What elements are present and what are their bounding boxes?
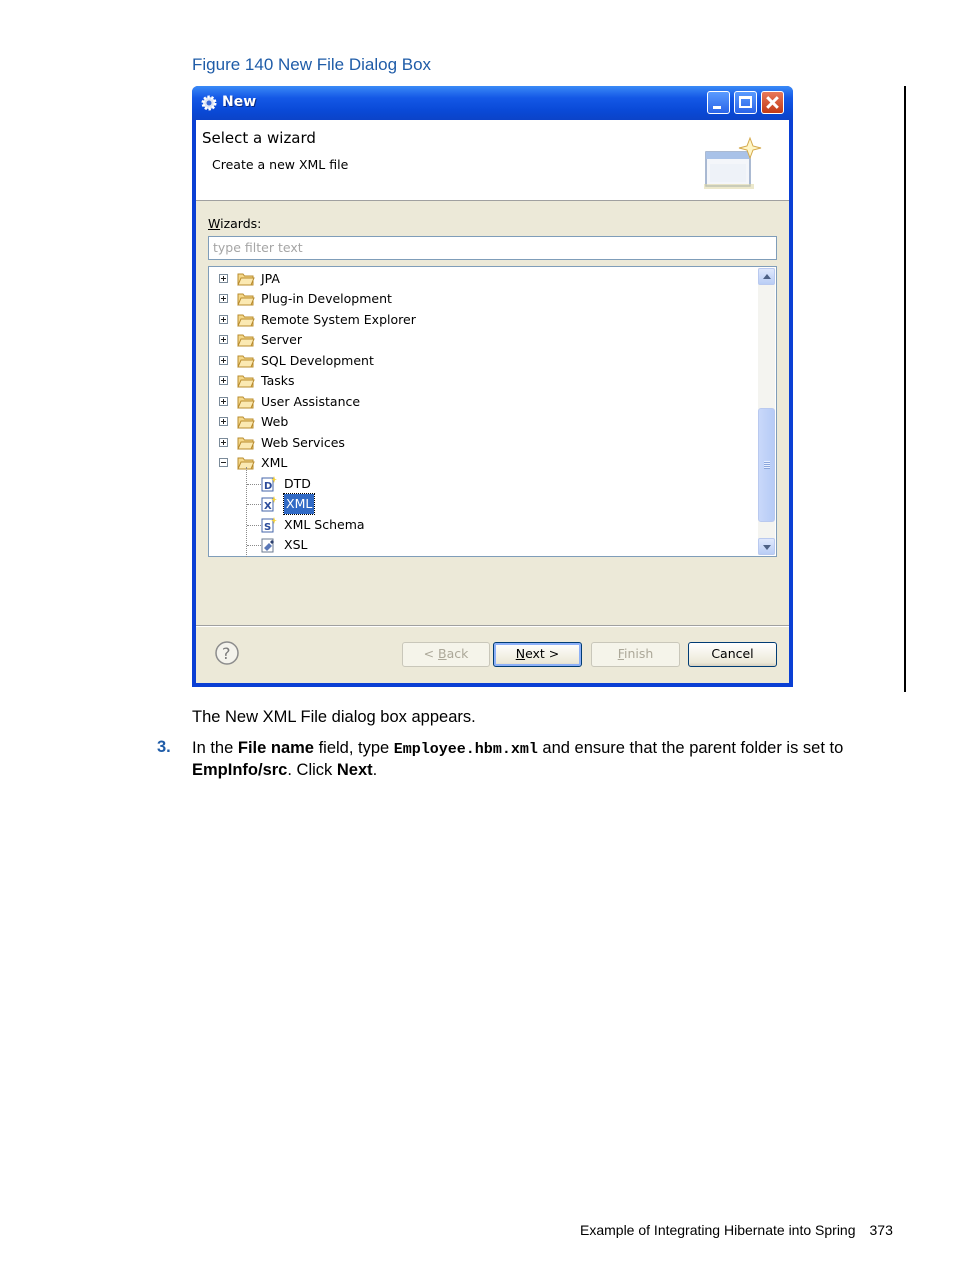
filter-input[interactable]: type filter text bbox=[208, 236, 777, 260]
folder-icon bbox=[237, 355, 255, 368]
expand-icon[interactable] bbox=[219, 376, 228, 385]
header-title: Select a wizard bbox=[202, 129, 316, 147]
expand-icon[interactable] bbox=[219, 356, 228, 365]
tree-item-web-services[interactable]: Web Services bbox=[209, 433, 749, 453]
page-number: 373 bbox=[869, 1222, 893, 1238]
svg-text:X: X bbox=[264, 501, 272, 512]
tree-item-jpa[interactable]: JPA bbox=[209, 269, 749, 289]
minimize-button[interactable] bbox=[707, 91, 730, 114]
expand-icon[interactable] bbox=[219, 397, 228, 406]
dialog-title: New bbox=[222, 94, 257, 110]
step-text: In the File name field, type Employee.hb… bbox=[192, 739, 844, 779]
folder-icon bbox=[237, 375, 255, 388]
help-icon[interactable]: ? bbox=[214, 640, 240, 666]
body-paragraph: The New XML File dialog box appears. bbox=[192, 708, 476, 726]
cancel-button[interactable]: Cancel bbox=[688, 642, 777, 667]
tree-item-xml-file[interactable]: X XML bbox=[209, 493, 749, 515]
folder-icon bbox=[237, 396, 255, 409]
tree-scrollbar[interactable] bbox=[758, 268, 775, 555]
tree-item-dtd[interactable]: D DTD bbox=[209, 474, 749, 494]
footer-divider bbox=[196, 625, 789, 627]
tree-item-user-assistance[interactable]: User Assistance bbox=[209, 392, 749, 412]
maximize-button[interactable] bbox=[734, 91, 757, 114]
finish-button[interactable]: Finish bbox=[591, 642, 680, 667]
wizards-label: Wizards: bbox=[208, 216, 262, 231]
chevron-down-icon bbox=[763, 545, 771, 550]
xml-file-icon: X bbox=[261, 496, 277, 512]
svg-text:D: D bbox=[264, 481, 272, 492]
figure-caption: Figure 140 New File Dialog Box bbox=[192, 55, 432, 74]
folder-icon bbox=[237, 273, 255, 286]
tree-item-sql-development[interactable]: SQL Development bbox=[209, 351, 749, 371]
folder-icon bbox=[237, 334, 255, 347]
footer-title: Example of Integrating Hibernate into Sp… bbox=[580, 1222, 856, 1238]
svg-text:?: ? bbox=[222, 644, 231, 663]
minimize-icon bbox=[713, 106, 721, 109]
expand-icon[interactable] bbox=[219, 274, 228, 283]
page-footer: Example of Integrating Hibernate into Sp… bbox=[580, 1222, 893, 1238]
tree-item-xml-schema[interactable]: S XML Schema bbox=[209, 515, 749, 535]
step-number: 3. bbox=[157, 738, 171, 756]
change-bar bbox=[904, 86, 906, 692]
folder-icon bbox=[237, 314, 255, 327]
wizard-header: Select a wizard Create a new XML file bbox=[196, 120, 789, 201]
header-subtitle: Create a new XML file bbox=[212, 157, 349, 172]
close-button[interactable] bbox=[761, 91, 784, 114]
expand-icon[interactable] bbox=[219, 315, 228, 324]
folder-icon bbox=[237, 293, 255, 306]
tree-item-tasks[interactable]: Tasks bbox=[209, 371, 749, 391]
gear-icon bbox=[201, 95, 217, 111]
scroll-up-button[interactable] bbox=[758, 268, 775, 285]
next-button[interactable]: Next > bbox=[493, 642, 582, 667]
svg-text:S: S bbox=[264, 522, 271, 533]
maximize-icon bbox=[739, 96, 752, 108]
new-wizard-icon bbox=[704, 136, 762, 189]
expand-icon[interactable] bbox=[219, 294, 228, 303]
tree-item-server[interactable]: Server bbox=[209, 330, 749, 350]
collapse-icon[interactable] bbox=[219, 458, 228, 467]
scroll-down-button[interactable] bbox=[758, 538, 775, 555]
dialog-client: Select a wizard Create a new XML file Wi… bbox=[196, 120, 789, 683]
wizard-tree[interactable]: JPA Plug-in Development Remote System Ex… bbox=[208, 266, 777, 557]
tree-item-remote-system-explorer[interactable]: Remote System Explorer bbox=[209, 310, 749, 330]
xsl-file-icon bbox=[261, 538, 274, 553]
title-bar[interactable]: New bbox=[192, 86, 793, 120]
code-filename: Employee.hbm.xml bbox=[393, 741, 538, 758]
dtd-file-icon: D bbox=[261, 476, 277, 492]
chevron-up-icon bbox=[763, 274, 771, 279]
tree-item-plugin-development[interactable]: Plug-in Development bbox=[209, 289, 749, 309]
expand-icon[interactable] bbox=[219, 417, 228, 426]
folder-icon bbox=[237, 437, 255, 450]
xml-schema-file-icon: S bbox=[261, 517, 277, 533]
grip-icon bbox=[764, 461, 770, 469]
back-button[interactable]: < Back bbox=[402, 642, 490, 667]
tree-item-xml[interactable]: XML bbox=[209, 453, 749, 473]
expand-icon[interactable] bbox=[219, 438, 228, 447]
scroll-thumb[interactable] bbox=[758, 408, 775, 522]
expand-icon[interactable] bbox=[219, 335, 228, 344]
tree-item-web[interactable]: Web bbox=[209, 412, 749, 432]
new-dialog: New Select a wizard Create a new XML fil… bbox=[192, 86, 793, 687]
selected-item-label: XML bbox=[282, 493, 316, 515]
tree-item-xsl[interactable]: XSL bbox=[209, 535, 749, 555]
folder-icon bbox=[237, 416, 255, 429]
